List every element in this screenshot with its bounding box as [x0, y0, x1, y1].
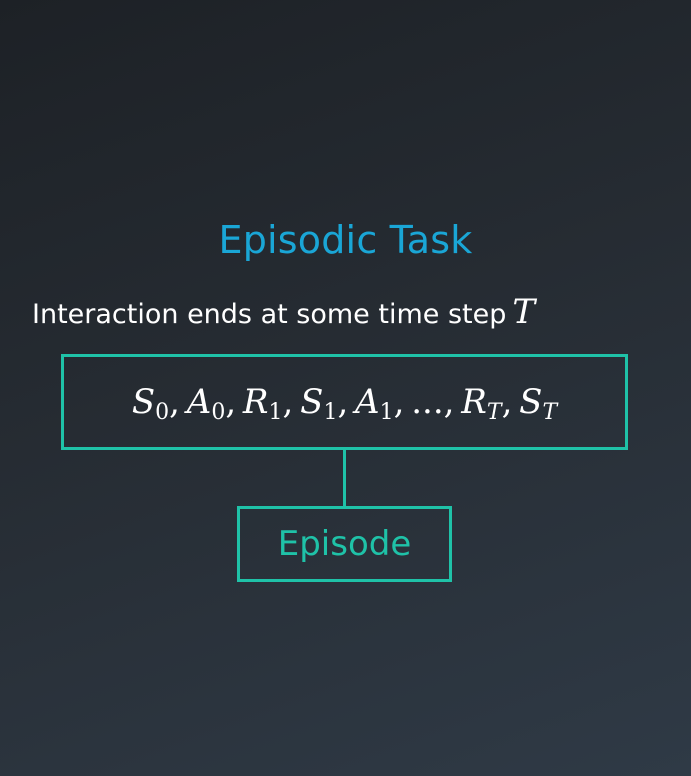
sequence-term: A1,	[355, 382, 411, 425]
sequence-term: ST	[519, 382, 558, 425]
sequence-term-symbol: S	[131, 382, 156, 422]
sequence-term-symbol: S	[300, 382, 324, 422]
subtitle-text: Interaction ends at some time step	[32, 299, 507, 330]
slide-title: Episodic Task	[218, 218, 473, 262]
sequence-term: S0,	[131, 382, 187, 425]
sequence-separator: ,	[501, 382, 513, 422]
sequence-separator: ,	[169, 382, 180, 422]
sequence-term-subscript: 1	[323, 400, 338, 425]
sequence-term-subscript: 1	[379, 400, 394, 425]
sequence-separator: ,	[225, 382, 237, 422]
sequence-separator: ,	[393, 382, 405, 422]
sequence-term-subscript: T	[542, 400, 558, 425]
sequence-term-subscript: T	[486, 400, 502, 425]
subtitle: Interaction ends at some time step T	[32, 292, 535, 332]
slide: Episodic Task Interaction ends at some t…	[0, 0, 691, 776]
sequence-box: S0, A0, R1, S1, A1, ..., RT, ST	[61, 354, 628, 450]
sequence-term-symbol: A	[355, 382, 380, 422]
sequence-term-subscript: 1	[268, 400, 283, 425]
sequence-separator: ,	[337, 382, 349, 422]
sequence-term-symbol: ...	[411, 382, 444, 422]
sequence-term-symbol: R	[461, 382, 487, 422]
sequence-term-symbol: S	[519, 382, 543, 422]
connector-line	[343, 450, 346, 507]
sequence-term: R1,	[242, 382, 300, 425]
sequence-term-symbol: A	[186, 382, 212, 422]
sequence-term-subscript: 0	[211, 400, 226, 425]
sequence-term: S1,	[300, 382, 355, 425]
sequence-term: ...,	[411, 382, 461, 422]
sequence-term-subscript: 0	[155, 400, 170, 425]
episode-box: Episode	[237, 506, 452, 582]
sequence-term: RT,	[461, 382, 519, 425]
subtitle-math-symbol: T	[512, 292, 536, 332]
episode-label: Episode	[277, 524, 412, 564]
sequence-term: A0,	[186, 382, 243, 425]
sequence-separator: ,	[282, 382, 294, 422]
sequence-formula: S0, A0, R1, S1, A1, ..., RT, ST	[131, 382, 558, 425]
sequence-term-symbol: R	[242, 382, 269, 422]
sequence-separator: ,	[443, 382, 455, 422]
